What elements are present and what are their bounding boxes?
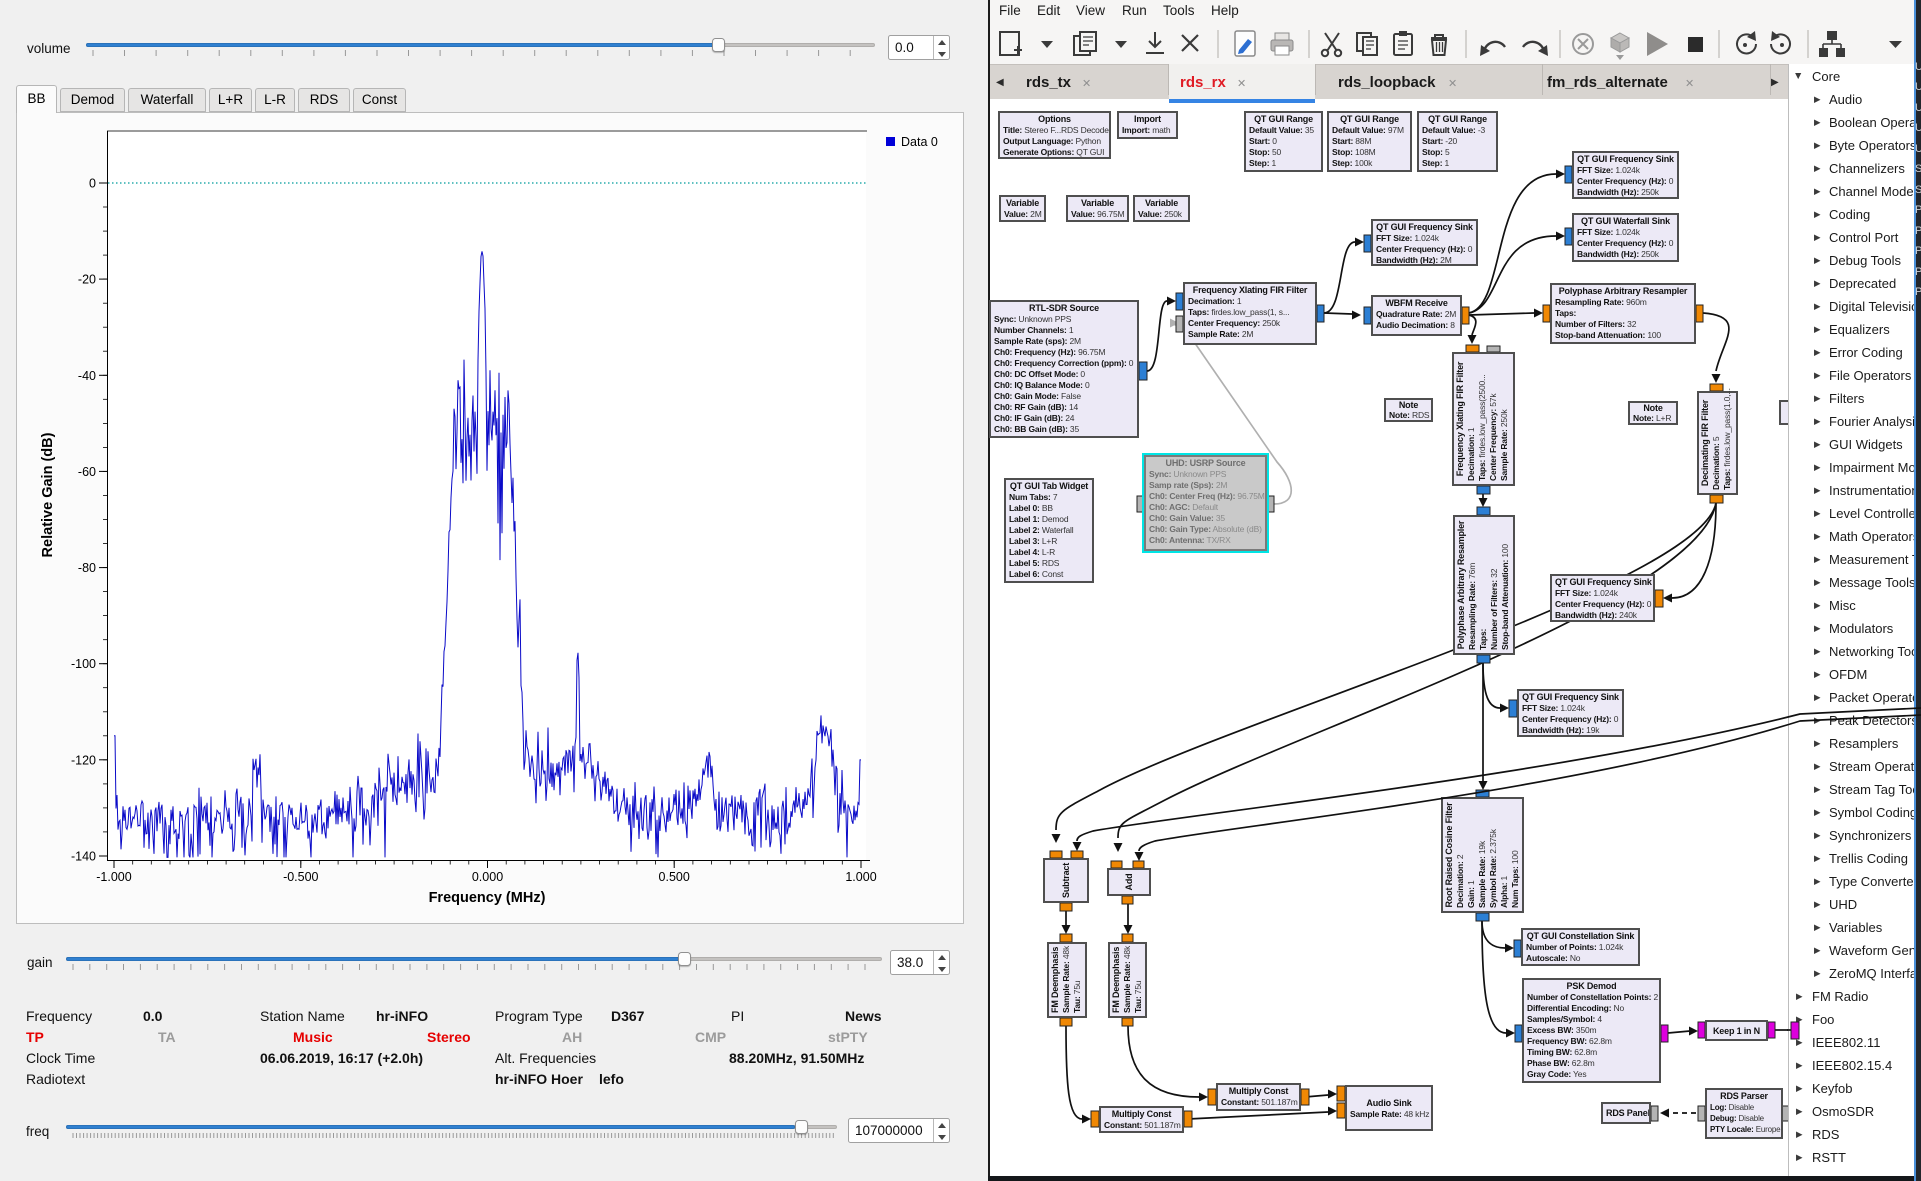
- svg-text:-80: -80: [78, 561, 96, 575]
- svg-text:1.000: 1.000: [845, 870, 876, 884]
- svg-text:Relative Gain (dB): Relative Gain (dB): [40, 432, 56, 557]
- svg-text:0.500: 0.500: [659, 870, 690, 884]
- svg-text:-140: -140: [71, 850, 96, 864]
- svg-text:-60: -60: [78, 465, 96, 479]
- svg-text:0.000: 0.000: [472, 870, 503, 884]
- svg-text:-40: -40: [78, 369, 96, 383]
- svg-text:0: 0: [89, 177, 96, 191]
- svg-text:Data 0: Data 0: [901, 135, 938, 149]
- svg-text:-1.000: -1.000: [96, 870, 131, 884]
- svg-text:-0.500: -0.500: [283, 870, 318, 884]
- svg-text:-20: -20: [78, 273, 96, 287]
- svg-text:Frequency (MHz): Frequency (MHz): [429, 890, 546, 906]
- svg-text:-100: -100: [71, 657, 96, 671]
- svg-text:-120: -120: [71, 753, 96, 767]
